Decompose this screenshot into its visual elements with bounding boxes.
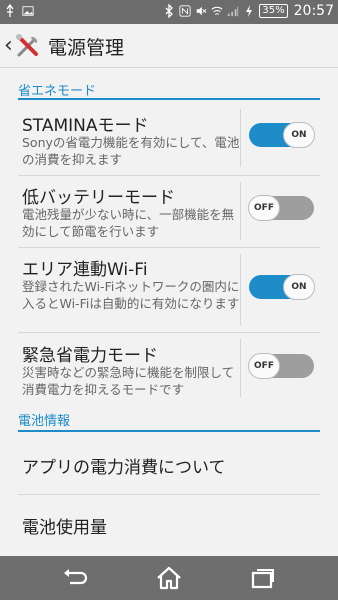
setting-row-low-battery[interactable]: 低バッテリーモード 電池残量が少ない時に、一部機能を無効にして節電を行います O… (0, 176, 338, 247)
setting-row-stamina[interactable]: STAMINAモード Sonyの省電力機能を有効にして、電池の消費を抑えます O… (0, 101, 338, 175)
setting-description: 登録されたWi-Fiネットワークの圏内に入るとWi-Fiは自動的に有効になります (22, 279, 240, 311)
setting-title: 低バッテリーモード (22, 188, 175, 208)
toggle-knob: OFF (248, 353, 280, 379)
setting-row-area-wifi[interactable]: エリア連動Wi-Fi 登録されたWi-Fiネットワークの圏内に入るとWi-Fiは… (0, 248, 338, 332)
action-bar: ‹ 電源管理 (0, 24, 338, 68)
list-item-label: 電池使用量 (22, 518, 107, 538)
list-item-app-power-usage[interactable]: アプリの電力消費について (0, 432, 338, 494)
section-header-battery-info: 電池情報 (18, 414, 71, 429)
setting-description: 災害時などの緊急時に機能を制限して消費電力を抑えるモードです (22, 365, 235, 397)
page-title: 電源管理 (48, 37, 125, 59)
setting-title: STAMINAモード (22, 116, 149, 136)
setting-title: エリア連動Wi-Fi (22, 260, 148, 280)
nfc-icon (179, 5, 191, 17)
section-header-power-saving: 省エネモード (18, 84, 97, 99)
toggle-knob: ON (283, 122, 315, 148)
setting-description: 電池残量が少ない時に、一部機能を無効にして節電を行います (22, 207, 235, 239)
image-icon (22, 6, 34, 16)
emergency-toggle[interactable]: OFF (248, 353, 314, 379)
usb-icon (6, 4, 14, 17)
section-divider (18, 98, 320, 100)
list-item-battery-usage[interactable]: 電池使用量 (0, 495, 338, 555)
vertical-divider (240, 182, 241, 240)
navigation-bar (0, 556, 338, 600)
vertical-divider (240, 109, 241, 167)
stamina-toggle[interactable]: ON (249, 122, 315, 148)
charging-icon (246, 5, 253, 17)
setting-title: 緊急省電力モード (22, 346, 158, 366)
bluetooth-icon (165, 4, 174, 18)
toggle-knob: ON (283, 274, 315, 300)
back-chevron-icon[interactable]: ‹ (4, 33, 13, 58)
setting-description: Sonyの省電力機能を有効にして、電池の消費を抑えます (22, 135, 240, 167)
tools-icon[interactable] (14, 32, 42, 60)
toggle-knob: OFF (248, 195, 280, 221)
recent-apps-icon[interactable] (248, 564, 278, 592)
setting-row-emergency[interactable]: 緊急省電力モード 災害時などの緊急時に機能を制限して消費電力を抑えるモードです … (0, 333, 338, 403)
wifi-icon (211, 6, 223, 15)
mute-icon (197, 6, 207, 16)
vertical-divider (240, 254, 241, 326)
low-battery-toggle[interactable]: OFF (248, 195, 314, 221)
vertical-divider (240, 339, 241, 397)
back-icon[interactable] (60, 564, 90, 592)
battery-level: 35% (259, 4, 288, 18)
status-bar: 35% 20:57 (0, 0, 338, 24)
clock: 20:57 (293, 3, 334, 19)
area-wifi-toggle[interactable]: ON (249, 274, 315, 300)
home-icon[interactable] (154, 564, 184, 592)
signal-icon (228, 6, 239, 17)
list-item-label: アプリの電力消費について (22, 458, 226, 478)
